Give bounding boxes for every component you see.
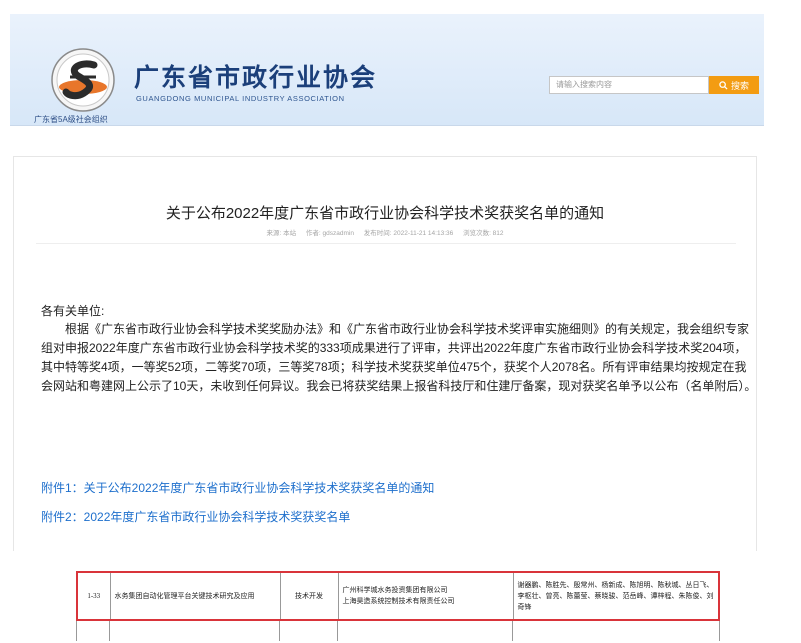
- search-icon: [719, 80, 728, 90]
- award-table: 1-33 水务集团自动化管理平台关键技术研究及应用 技术开发 广州科学城水务投资…: [78, 573, 718, 619]
- body-paragraph: 根据《广东省市政行业协会科学技术奖奖励办法》和《广东省市政行业协会科学技术奖评审…: [41, 322, 757, 393]
- search-button-label: 搜索: [730, 80, 749, 91]
- article-body: 根据《广东省市政行业协会科学技术奖奖励办法》和《广东省市政行业协会科学技术奖评审…: [41, 320, 757, 396]
- salutation: 各有关单位:: [41, 304, 105, 318]
- article-title: 关于公布2022年度广东省市政行业协会科学技术奖获奖名单的通知: [165, 205, 605, 222]
- article-meta: 来源: 本站 作者: gdszadmin 发布时间: 2022-11-21 14…: [14, 227, 756, 237]
- cell-category: 技术开发: [280, 573, 339, 619]
- search-button[interactable]: 搜索: [709, 76, 759, 94]
- site-name-english: GUANGDONG MUNICIPAL INDUSTRY ASSOCIATION: [136, 94, 345, 103]
- org-grade-label: 广东省5A级社会组织: [34, 115, 108, 124]
- meta-source: 来源: 本站: [266, 230, 297, 237]
- association-logo-icon[interactable]: [50, 47, 116, 113]
- article-card: 关于公布2022年度广东省市政行业协会科学技术奖获奖名单的通知 来源: 本站 作…: [13, 156, 757, 551]
- site-header: 广东省市政行业协会 GUANGDONG MUNICIPAL INDUSTRY A…: [10, 14, 764, 126]
- site-name[interactable]: 广东省市政行业协会: [134, 58, 377, 94]
- search-input-box[interactable]: [549, 76, 709, 94]
- table-row: 1-33 水务集团自动化管理平台关键技术研究及应用 技术开发 广州科学城水务投资…: [78, 573, 718, 619]
- meta-published: 发布时间: 2022-11-21 14:13:36: [363, 230, 454, 237]
- table-col-divider: [512, 621, 513, 641]
- page: 广东省市政行业协会 GUANGDONG MUNICIPAL INDUSTRY A…: [0, 0, 801, 643]
- unit-2: 上海昊造系统控制技术有限责任公司: [342, 597, 455, 605]
- meta-author: 作者: gdszadmin: [305, 230, 354, 237]
- cell-project: 水务集团自动化管理平台关键技术研究及应用: [110, 573, 281, 619]
- table-col-divider: [279, 621, 280, 641]
- meta-views: 浏览次数: 812: [463, 230, 504, 237]
- attachment-link-1[interactable]: 附件1：关于公布2022年度广东省市政行业协会科学技术奖获奖名单的通知: [41, 479, 434, 496]
- cell-units: 广州科学城水务投资集团有限公司 上海昊造系统控制技术有限责任公司: [338, 573, 514, 619]
- table-col-divider: [109, 621, 110, 641]
- table-col-divider: [337, 621, 338, 641]
- unit-1: 广州科学城水务投资集团有限公司: [342, 586, 448, 594]
- title-divider: [36, 243, 736, 244]
- attachment-link-2[interactable]: 附件2：2022年度广东省市政行业协会科学技术奖获奖名单: [41, 508, 350, 525]
- cell-people: 谢器鹏、陈胜先、殷常州、杨新成、陈旭明、陈秋城、丛日飞、李枢壮、曾亮、陈蕾莹、蔡…: [517, 580, 714, 611]
- table-next-row: [76, 621, 720, 641]
- cell-number: 1-33: [78, 573, 111, 619]
- search-input[interactable]: [556, 80, 702, 89]
- award-table-highlight: 1-33 水务集团自动化管理平台关键技术研究及应用 技术开发 广州科学城水务投资…: [76, 571, 720, 621]
